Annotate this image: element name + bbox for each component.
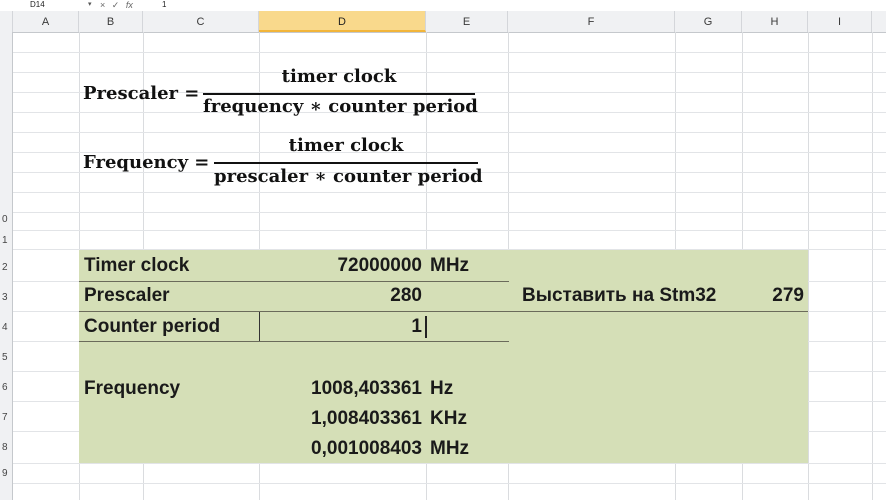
select-all-corner[interactable] [0,11,13,32]
frequency-khz-value[interactable]: 1,008403361 [262,404,422,434]
prescaler-formula-label: Prescaler = [83,83,200,104]
column-header-b[interactable]: B [79,11,143,32]
frequency-label[interactable]: Frequency [84,374,180,404]
column-header-i[interactable]: I [808,11,872,32]
column-header-h[interactable]: H [742,11,808,32]
frequency-formula-label: Frequency = [83,152,210,173]
prescaler-formula-numerator: timer clock [281,66,397,87]
column-header-g[interactable]: G [675,11,742,32]
name-box[interactable]: D14 [0,0,92,10]
frequency-mhz-value[interactable]: 0,001008403 [262,434,422,464]
row-header[interactable]: 5 [0,352,12,363]
timer-clock-value[interactable]: 72000000 [262,251,422,281]
column-header-a[interactable]: A [13,11,79,32]
timer-clock-label[interactable]: Timer clock [84,251,189,281]
stm32-setting-value[interactable]: 279 [744,281,804,311]
counter-period-value[interactable]: 1 [262,312,422,342]
insert-function-icon[interactable]: fx [126,0,133,10]
enter-icon[interactable]: ✓ [112,0,120,10]
counter-period-label[interactable]: Counter period [84,312,220,342]
row-header[interactable]: 8 [0,442,12,453]
name-box-dropdown-icon[interactable]: ▾ [88,0,92,10]
prescaler-label[interactable]: Prescaler [84,281,170,311]
column-headers: A B C D E F G H I [0,11,886,33]
row-header[interactable]: 0 [0,214,12,225]
column-header-d[interactable]: D [259,11,426,32]
prescaler-formula-denominator: frequency ∗ counter period [203,96,478,117]
row-header[interactable]: 7 [0,412,12,423]
text-cursor [425,316,427,338]
prescaler-value[interactable]: 280 [262,281,422,311]
cancel-icon[interactable]: × [100,0,105,10]
frequency-hz-unit[interactable]: Hz [430,374,453,404]
row-header[interactable]: 1 [0,235,12,246]
column-header-f[interactable]: F [508,11,675,32]
frequency-mhz-unit[interactable]: MHz [430,434,469,464]
formula-bar-buttons: × ✓ fx [100,0,137,10]
frequency-formula-denominator: prescaler ∗ counter period [214,166,483,187]
row-headers: 0 1 2 3 4 5 6 7 8 9 [0,32,13,500]
frequency-hz-value[interactable]: 1008,403361 [262,374,422,404]
row-header[interactable]: 9 [0,468,12,479]
row-header[interactable]: 2 [0,262,12,273]
column-header-e[interactable]: E [426,11,508,32]
row-header[interactable]: 3 [0,292,12,303]
row-header[interactable]: 6 [0,382,12,393]
fraction-bar [203,93,475,95]
frequency-khz-unit[interactable]: KHz [430,404,467,434]
row-header[interactable]: 4 [0,322,12,333]
fraction-bar [214,162,478,164]
frequency-formula-numerator: timer clock [288,135,404,156]
stm32-setting-label[interactable]: Выставить на Stm32 [522,281,716,311]
timer-clock-unit[interactable]: MHz [430,251,469,281]
column-header-c[interactable]: C [143,11,259,32]
formula-input[interactable]: 1 [162,0,166,10]
